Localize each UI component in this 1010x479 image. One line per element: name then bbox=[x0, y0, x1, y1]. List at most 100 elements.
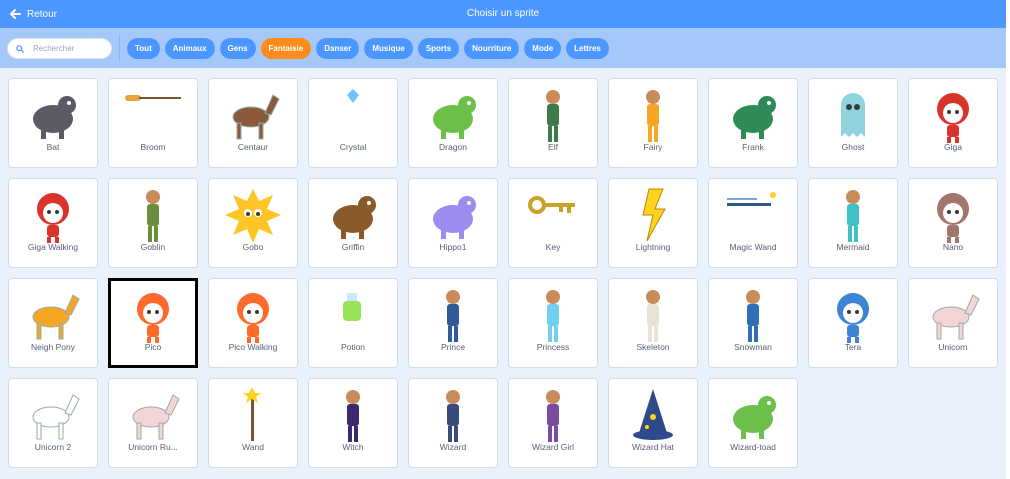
sprite-nano[interactable]: Nano bbox=[908, 178, 998, 268]
sprite-wand[interactable]: Wand bbox=[208, 378, 298, 468]
sprite-ghost[interactable]: Ghost bbox=[808, 78, 898, 168]
sprite-name: Centaur bbox=[237, 142, 269, 152]
sprite-name: Crystal bbox=[339, 142, 367, 152]
goblin-icon bbox=[146, 190, 160, 242]
sprite-name: Broom bbox=[140, 142, 166, 152]
sprite-wizard-girl[interactable]: Wizard Girl bbox=[508, 378, 598, 468]
tag-danser[interactable]: Danser bbox=[316, 38, 360, 59]
sprite-mermaid[interactable]: Mermaid bbox=[808, 178, 898, 268]
hippo-icon bbox=[433, 196, 476, 239]
sprite-gobo[interactable]: Gobo bbox=[208, 178, 298, 268]
sprite-unicorn-2[interactable]: Unicorn 2 bbox=[8, 378, 98, 468]
sprite-tera[interactable]: Tera bbox=[808, 278, 898, 368]
sprite-key[interactable]: Key bbox=[508, 178, 598, 268]
tag-mode[interactable]: Mode bbox=[524, 38, 562, 59]
filter-bar: ToutAnimauxGensFantaisieDanserMusiqueSpo… bbox=[0, 28, 1006, 68]
sprite-crystal[interactable]: Crystal bbox=[308, 78, 398, 168]
sprite-name: Hippo1 bbox=[439, 242, 467, 252]
sprite-name: Skeleton bbox=[636, 342, 670, 352]
sprite-name: Tera bbox=[844, 342, 862, 352]
sprite-snowman[interactable]: Snowman bbox=[708, 278, 798, 368]
bat-icon bbox=[33, 96, 76, 139]
pico-icon bbox=[137, 293, 169, 343]
tag-list: Tout Animaux Gens Fantaisie Danser Musique Spo… bbox=[127, 38, 614, 59]
sprite-skeleton[interactable]: Skeleton bbox=[608, 278, 698, 368]
sprite-elf[interactable]: Elf bbox=[508, 78, 598, 168]
sprite-pico[interactable]: Pico bbox=[108, 278, 198, 368]
sprite-wizard[interactable]: Wizard bbox=[408, 378, 498, 468]
sprite-prince[interactable]: Prince bbox=[408, 278, 498, 368]
sprite-dragon[interactable]: Dragon bbox=[408, 78, 498, 168]
magic-wand-icon bbox=[727, 192, 776, 206]
frank-icon bbox=[733, 96, 776, 139]
sprite-name: Elf bbox=[548, 142, 558, 152]
neigh-pony-icon bbox=[32, 294, 80, 340]
lightning-icon bbox=[642, 188, 666, 242]
sprite-princess[interactable]: Princess bbox=[508, 278, 598, 368]
sprite-giga[interactable]: Giga bbox=[908, 78, 998, 168]
sprite-name: Princess bbox=[536, 342, 570, 352]
sprite-name: Frank bbox=[742, 142, 764, 152]
prince-icon bbox=[446, 290, 460, 342]
sprite-name: Potion bbox=[340, 342, 366, 352]
sprite-frank[interactable]: Frank bbox=[708, 78, 798, 168]
unicorn-running-icon bbox=[132, 394, 180, 440]
wizard-hat-icon bbox=[633, 389, 673, 440]
sprite-name: Fairy bbox=[643, 142, 663, 152]
sprite-name: Nano bbox=[942, 242, 964, 252]
sprite-bat[interactable]: Bat bbox=[8, 78, 98, 168]
crystal-icon bbox=[347, 89, 359, 103]
sprite-name: Lightning bbox=[635, 242, 671, 252]
sprite-wizard-hat[interactable]: Wizard Hat bbox=[608, 378, 698, 468]
sprite-unicorn-ru[interactable]: Unicorn Ru... bbox=[108, 378, 198, 468]
sprite-giga-walking[interactable]: Giga Walking bbox=[8, 178, 98, 268]
wizard-girl-icon bbox=[546, 390, 560, 442]
sprite-witch[interactable]: Witch bbox=[308, 378, 398, 468]
pico-walking-icon bbox=[237, 293, 269, 343]
page-title: Choisir un sprite bbox=[466, 8, 540, 19]
giga-walking-icon bbox=[37, 193, 69, 243]
mermaid-icon bbox=[846, 190, 860, 242]
broom-icon bbox=[125, 95, 181, 101]
tag-musique[interactable]: Musique bbox=[364, 38, 413, 59]
unicorn-2-icon bbox=[32, 394, 80, 440]
sprite-name: Wand bbox=[242, 442, 264, 452]
sprite-name: Griffin bbox=[341, 242, 365, 252]
tag-nourriture[interactable]: Nourriture bbox=[464, 38, 520, 59]
sprite-potion[interactable]: Potion bbox=[308, 278, 398, 368]
potion-icon bbox=[343, 293, 361, 321]
tera-icon bbox=[837, 293, 869, 343]
sprite-name: Snowman bbox=[734, 342, 772, 352]
search-icon bbox=[16, 44, 24, 53]
sprite-magic-wand[interactable]: Magic Wand bbox=[708, 178, 798, 268]
tag-lettres[interactable]: Lettres bbox=[566, 38, 609, 59]
sprite-unicorn[interactable]: Unicorn bbox=[908, 278, 998, 368]
sprite-hippo1[interactable]: Hippo1 bbox=[408, 178, 498, 268]
giga-icon bbox=[937, 93, 969, 143]
tag-sports[interactable]: Sports bbox=[417, 38, 460, 59]
key-icon bbox=[528, 196, 575, 214]
sprite-broom[interactable]: Broom bbox=[108, 78, 198, 168]
sprite-name: Witch bbox=[342, 442, 364, 452]
sprite-name: Giga Walking bbox=[27, 242, 79, 252]
search-input[interactable] bbox=[33, 44, 111, 53]
sprite-name: Bat bbox=[46, 142, 60, 152]
sprite-lightning[interactable]: Lightning bbox=[608, 178, 698, 268]
sprite-grid: Bat Broom Centaur Crystal Dragon Elf Fairy Fran… bbox=[8, 78, 1006, 468]
tag-animaux[interactable]: Animaux bbox=[164, 38, 215, 59]
fairy-icon bbox=[646, 90, 660, 142]
sprite-wizard-toad[interactable]: Wizard-toad bbox=[708, 378, 798, 468]
tag-gens[interactable]: Gens bbox=[219, 38, 256, 59]
tag-fantaisie[interactable]: Fantaisie bbox=[260, 38, 312, 59]
sprite-fairy[interactable]: Fairy bbox=[608, 78, 698, 168]
sprite-griffin[interactable]: Griffin bbox=[308, 178, 398, 268]
sprite-name: Gobo bbox=[242, 242, 264, 252]
tag-tout[interactable]: Tout bbox=[127, 38, 160, 59]
sprite-centaur[interactable]: Centaur bbox=[208, 78, 298, 168]
sprite-name: Wizard bbox=[439, 442, 467, 452]
divider bbox=[119, 34, 120, 62]
sprite-neigh-pony[interactable]: Neigh Pony bbox=[8, 278, 98, 368]
sprite-pico-walking[interactable]: Pico Walking bbox=[208, 278, 298, 368]
search-box[interactable] bbox=[7, 38, 112, 59]
sprite-goblin[interactable]: Goblin bbox=[108, 178, 198, 268]
